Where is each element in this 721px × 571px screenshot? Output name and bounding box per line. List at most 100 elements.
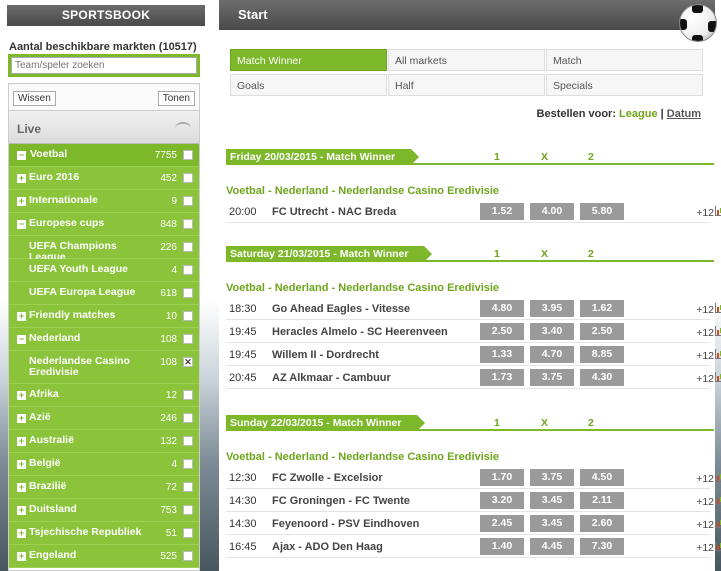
stats-chart-icon[interactable] (715, 495, 721, 505)
sort-by-league[interactable]: League (619, 108, 658, 120)
more-markets-link[interactable]: +12 (696, 542, 714, 554)
odds-button[interactable]: 4.45 (530, 538, 574, 555)
clear-button[interactable]: Wissen (13, 91, 56, 106)
show-button[interactable]: Tonen (157, 91, 195, 106)
collapse-icon[interactable]: − (17, 151, 26, 160)
category-item[interactable]: + Duitsland 753 (9, 499, 199, 522)
category-checkbox[interactable] (183, 528, 193, 538)
category-checkbox[interactable] (183, 551, 193, 561)
expand-icon[interactable]: + (17, 506, 26, 515)
expand-icon[interactable]: + (17, 437, 26, 446)
odds-button[interactable]: 3.75 (530, 369, 574, 386)
match-teams[interactable]: AZ Alkmaar - Cambuur (272, 372, 391, 384)
more-markets-link[interactable]: +12 (696, 207, 714, 219)
category-item[interactable]: UEFA Europa League 618 (9, 282, 199, 305)
odds-button[interactable]: 2.60 (580, 515, 624, 532)
odds-button[interactable]: 2.11 (580, 492, 624, 509)
live-section[interactable]: Live (9, 110, 199, 144)
odds-button[interactable]: 2.45 (480, 515, 524, 532)
category-item[interactable]: − Europese cups 848 (9, 213, 199, 236)
odds-button[interactable]: 4.80 (480, 300, 524, 317)
more-markets-link[interactable]: +12 (696, 373, 714, 385)
more-markets-link[interactable]: +12 (696, 473, 714, 485)
category-item[interactable]: + België 4 (9, 453, 199, 476)
category-item[interactable]: + Australië 132 (9, 430, 199, 453)
collapse-icon[interactable]: − (17, 335, 26, 344)
category-item[interactable]: + Friendly matches 10 (9, 305, 199, 328)
tab-market[interactable]: Half (388, 74, 545, 96)
match-teams[interactable]: Ajax - ADO Den Haag (272, 541, 383, 553)
odds-button[interactable]: 7.30 (580, 538, 624, 555)
odds-button[interactable]: 3.45 (530, 515, 574, 532)
match-teams[interactable]: FC Utrecht - NAC Breda (272, 206, 396, 218)
tab-market[interactable]: Match (546, 49, 703, 71)
odds-button[interactable]: 1.73 (480, 369, 524, 386)
odds-button[interactable]: 4.70 (530, 346, 574, 363)
match-teams[interactable]: FC Groningen - FC Twente (272, 495, 410, 507)
expand-icon[interactable]: + (17, 414, 26, 423)
match-teams[interactable]: FC Zwolle - Excelsior (272, 472, 383, 484)
expand-icon[interactable]: + (17, 483, 26, 492)
category-item[interactable]: − Nederland 108 (9, 328, 199, 351)
stats-chart-icon[interactable] (715, 372, 721, 382)
odds-button[interactable]: 1.40 (480, 538, 524, 555)
expand-icon[interactable]: + (17, 529, 26, 538)
stats-chart-icon[interactable] (715, 518, 721, 528)
category-checkbox[interactable] (183, 390, 193, 400)
expand-icon[interactable]: + (17, 312, 26, 321)
category-checkbox[interactable] (183, 459, 193, 469)
category-item[interactable]: − Voetbal 7755 (9, 144, 199, 167)
odds-button[interactable]: 5.80 (580, 203, 624, 220)
category-item[interactable]: Nederlandse Casino Eredivisie 108 ✕ (9, 351, 199, 384)
category-checkbox[interactable] (183, 242, 193, 252)
odds-button[interactable]: 4.50 (580, 469, 624, 486)
league-title[interactable]: Voetbal - Nederland - Nederlandse Casino… (226, 451, 499, 463)
category-checkbox[interactable] (183, 265, 193, 275)
more-markets-link[interactable]: +12 (696, 350, 714, 362)
expand-icon[interactable]: + (17, 174, 26, 183)
category-checkbox[interactable] (183, 505, 193, 515)
odds-button[interactable]: 3.95 (530, 300, 574, 317)
category-item[interactable]: + Tsjechische Republiek 51 (9, 522, 199, 545)
category-item[interactable]: + Azië 246 (9, 407, 199, 430)
category-checkbox[interactable] (183, 413, 193, 423)
more-markets-link[interactable]: +12 (696, 519, 714, 531)
more-markets-link[interactable]: +12 (696, 496, 714, 508)
match-teams[interactable]: Heracles Almelo - SC Heerenveen (272, 326, 448, 338)
category-checkbox[interactable] (183, 173, 193, 183)
category-checkbox[interactable] (183, 219, 193, 229)
tab-market[interactable]: Specials (546, 74, 703, 96)
league-title[interactable]: Voetbal - Nederland - Nederlandse Casino… (226, 282, 499, 294)
category-checkbox[interactable] (183, 334, 193, 344)
search-input[interactable] (11, 57, 197, 74)
category-checkbox[interactable]: ✕ (183, 357, 193, 367)
category-item[interactable]: + Afrika 12 (9, 384, 199, 407)
odds-button[interactable]: 1.33 (480, 346, 524, 363)
category-checkbox[interactable] (183, 150, 193, 160)
stats-chart-icon[interactable] (715, 349, 721, 359)
more-markets-link[interactable]: +12 (696, 304, 714, 316)
match-teams[interactable]: Feyenoord - PSV Eindhoven (272, 518, 419, 530)
odds-button[interactable]: 1.62 (580, 300, 624, 317)
expand-icon[interactable]: + (17, 197, 26, 206)
match-teams[interactable]: Go Ahead Eagles - Vitesse (272, 303, 410, 315)
tab-market[interactable]: Goals (230, 74, 387, 96)
stats-chart-icon[interactable] (715, 541, 721, 551)
category-checkbox[interactable] (183, 196, 193, 206)
odds-button[interactable]: 8.85 (580, 346, 624, 363)
odds-button[interactable]: 3.40 (530, 323, 574, 340)
expand-icon[interactable]: + (17, 552, 26, 561)
category-checkbox[interactable] (183, 288, 193, 298)
category-item[interactable]: + Internationale 9 (9, 190, 199, 213)
stats-chart-icon[interactable] (715, 206, 721, 216)
category-item[interactable]: + Euro 2016 452 (9, 167, 199, 190)
league-title[interactable]: Voetbal - Nederland - Nederlandse Casino… (226, 185, 499, 197)
odds-button[interactable]: 3.45 (530, 492, 574, 509)
odds-button[interactable]: 4.00 (530, 203, 574, 220)
sort-by-date[interactable]: Datum (667, 108, 701, 120)
more-markets-link[interactable]: +12 (696, 327, 714, 339)
category-item[interactable]: UEFA Champions League 226 (9, 236, 199, 263)
odds-button[interactable]: 3.20 (480, 492, 524, 509)
stats-chart-icon[interactable] (715, 472, 721, 482)
tab-market[interactable]: Match Winner (230, 49, 387, 71)
